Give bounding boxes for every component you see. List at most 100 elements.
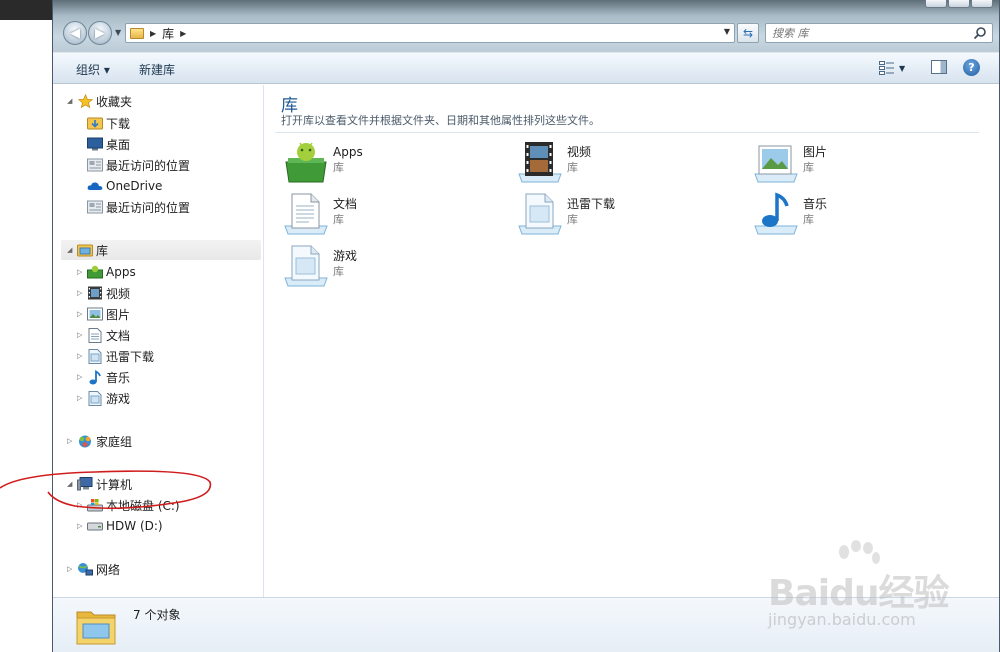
- preview-pane-button[interactable]: [931, 60, 947, 74]
- library-tile-music[interactable]: 音乐 库: [753, 192, 973, 240]
- nav-favorites-label: 收藏夹: [96, 94, 133, 109]
- view-options-icon: [879, 61, 894, 75]
- nav-item-onedrive[interactable]: OneDrive: [87, 176, 162, 196]
- nav-item-label: 本地磁盘 (C:): [106, 498, 180, 513]
- nav-library-video[interactable]: ▷ 视频: [77, 283, 130, 303]
- help-button[interactable]: ?: [963, 59, 980, 76]
- title-bar: ◀ ▶ ▼ ▶ 库 ▶ ▼ ⇆: [53, 0, 999, 52]
- desktop-background: [0, 0, 52, 652]
- expand-arrow-icon[interactable]: ▷: [77, 331, 87, 339]
- nav-item-recent-places[interactable]: 最近访问的位置: [87, 155, 190, 175]
- nav-item-label: 图片: [106, 307, 131, 322]
- expand-arrow-icon[interactable]: ▷: [77, 352, 87, 360]
- library-tile-pictures[interactable]: 图片 库: [753, 140, 973, 188]
- nav-favorites[interactable]: ◢ 收藏夹: [67, 91, 132, 111]
- back-button[interactable]: ◀: [63, 21, 87, 45]
- forward-button[interactable]: ▶: [88, 21, 112, 45]
- library-tile-xunlei[interactable]: 迅雷下载 库: [517, 192, 737, 240]
- library-name: 视频: [567, 145, 592, 159]
- nav-homegroup-label: 家庭组: [96, 434, 133, 449]
- library-tile-apps[interactable]: Apps 库: [283, 140, 503, 188]
- apps-library-icon: [87, 264, 103, 280]
- search-box[interactable]: [765, 23, 993, 43]
- drive-icon: [87, 518, 103, 534]
- breadcrumb-separator-icon[interactable]: ▶: [180, 29, 186, 38]
- nav-computer[interactable]: ◢ 计算机: [67, 474, 132, 494]
- search-icon[interactable]: [973, 26, 987, 40]
- library-name: 音乐: [803, 197, 828, 211]
- nav-network[interactable]: ▷ 网络: [67, 559, 120, 579]
- recent-pages-dropdown[interactable]: ▼: [115, 28, 121, 37]
- watermark-url: jingyan.baidu.com: [768, 610, 916, 629]
- arrow-left-icon: ◀: [70, 25, 80, 41]
- documents-library-icon: [283, 192, 329, 236]
- library-type: 库: [567, 213, 578, 226]
- nav-item-label: 桌面: [106, 137, 131, 152]
- collapse-arrow-icon[interactable]: ◢: [67, 97, 77, 105]
- item-count: 7 个对象: [133, 608, 181, 622]
- maximize-button[interactable]: [948, 0, 970, 8]
- library-name: 文档: [333, 197, 358, 211]
- nav-library-documents[interactable]: ▷ 文档: [77, 325, 130, 345]
- change-view-button[interactable]: ▼: [879, 59, 913, 77]
- nav-homegroup[interactable]: ▷ 家庭组: [67, 431, 132, 451]
- expand-arrow-icon[interactable]: ▷: [67, 565, 77, 573]
- expand-arrow-icon[interactable]: ▷: [77, 394, 87, 402]
- address-dropdown-icon[interactable]: ▼: [724, 27, 730, 36]
- nav-libraries[interactable]: ◢ 库: [61, 240, 261, 260]
- nav-item-desktop[interactable]: 桌面: [87, 134, 130, 154]
- nav-item-recent-places[interactable]: 最近访问的位置: [87, 197, 190, 217]
- library-tile-documents[interactable]: 文档 库: [283, 192, 503, 240]
- library-name: 图片: [803, 145, 828, 159]
- expand-arrow-icon[interactable]: ▷: [77, 522, 87, 530]
- new-library-button[interactable]: 新建库: [139, 61, 175, 78]
- nav-library-pictures[interactable]: ▷ 图片: [77, 304, 130, 324]
- library-folder-icon: [130, 27, 144, 39]
- nav-library-music[interactable]: ▷ 音乐: [77, 367, 130, 387]
- library-folder-icon: [76, 611, 116, 645]
- expand-arrow-icon[interactable]: ▷: [77, 501, 87, 509]
- nav-library-xunlei[interactable]: ▷ 迅雷下载: [77, 346, 154, 366]
- expand-arrow-icon[interactable]: ▷: [77, 268, 87, 276]
- library-tile-games[interactable]: 游戏 库: [283, 244, 503, 292]
- organize-button[interactable]: 组织 ▾: [76, 61, 110, 78]
- library-name: Apps: [333, 145, 363, 159]
- library-folder-icon: [77, 242, 93, 258]
- collapse-arrow-icon[interactable]: ◢: [67, 246, 77, 254]
- navigation-pane: ◢ 收藏夹 下载 桌面 最近访问的位置 OneDrive 最近访问的位置 ◢ 库…: [53, 85, 264, 597]
- refresh-button[interactable]: ⇆: [737, 23, 759, 43]
- homegroup-icon: [77, 433, 93, 449]
- expand-arrow-icon[interactable]: ▷: [77, 373, 87, 381]
- star-icon: [77, 93, 93, 109]
- nav-drive-c[interactable]: ▷ 本地磁盘 (C:): [77, 495, 180, 515]
- nav-network-label: 网络: [96, 562, 121, 577]
- help-icon: ?: [968, 61, 975, 74]
- network-icon: [77, 561, 93, 577]
- documents-library-icon: [87, 327, 103, 343]
- library-type: 库: [333, 161, 344, 174]
- library-type: 库: [803, 161, 814, 174]
- library-tile-video[interactable]: 视频 库: [517, 140, 737, 188]
- expand-arrow-icon[interactable]: ▷: [67, 437, 77, 445]
- nav-drive-d[interactable]: ▷ HDW (D:): [77, 516, 163, 536]
- pictures-library-icon: [753, 140, 799, 184]
- breadcrumb-libraries[interactable]: 库: [162, 25, 174, 42]
- close-button[interactable]: [971, 0, 993, 8]
- library-name: 游戏: [333, 249, 358, 263]
- music-library-icon: [87, 369, 103, 385]
- video-library-icon: [87, 285, 103, 301]
- nav-item-label: 最近访问的位置: [106, 158, 191, 173]
- nav-library-apps[interactable]: ▷ Apps: [77, 262, 136, 282]
- expand-arrow-icon[interactable]: ▷: [77, 310, 87, 318]
- nav-library-games[interactable]: ▷ 游戏: [77, 388, 130, 408]
- search-input[interactable]: [772, 26, 967, 40]
- recent-places-icon: [87, 157, 103, 173]
- minimize-button[interactable]: [925, 0, 947, 8]
- expand-arrow-icon[interactable]: ▷: [77, 289, 87, 297]
- breadcrumb-separator-icon[interactable]: ▶: [150, 29, 156, 38]
- address-bar[interactable]: ▶ 库 ▶ ▼: [125, 23, 735, 43]
- onedrive-icon: [87, 178, 103, 194]
- nav-item-downloads[interactable]: 下载: [87, 113, 130, 133]
- collapse-arrow-icon[interactable]: ◢: [67, 480, 77, 488]
- download-folder-icon: [87, 115, 103, 131]
